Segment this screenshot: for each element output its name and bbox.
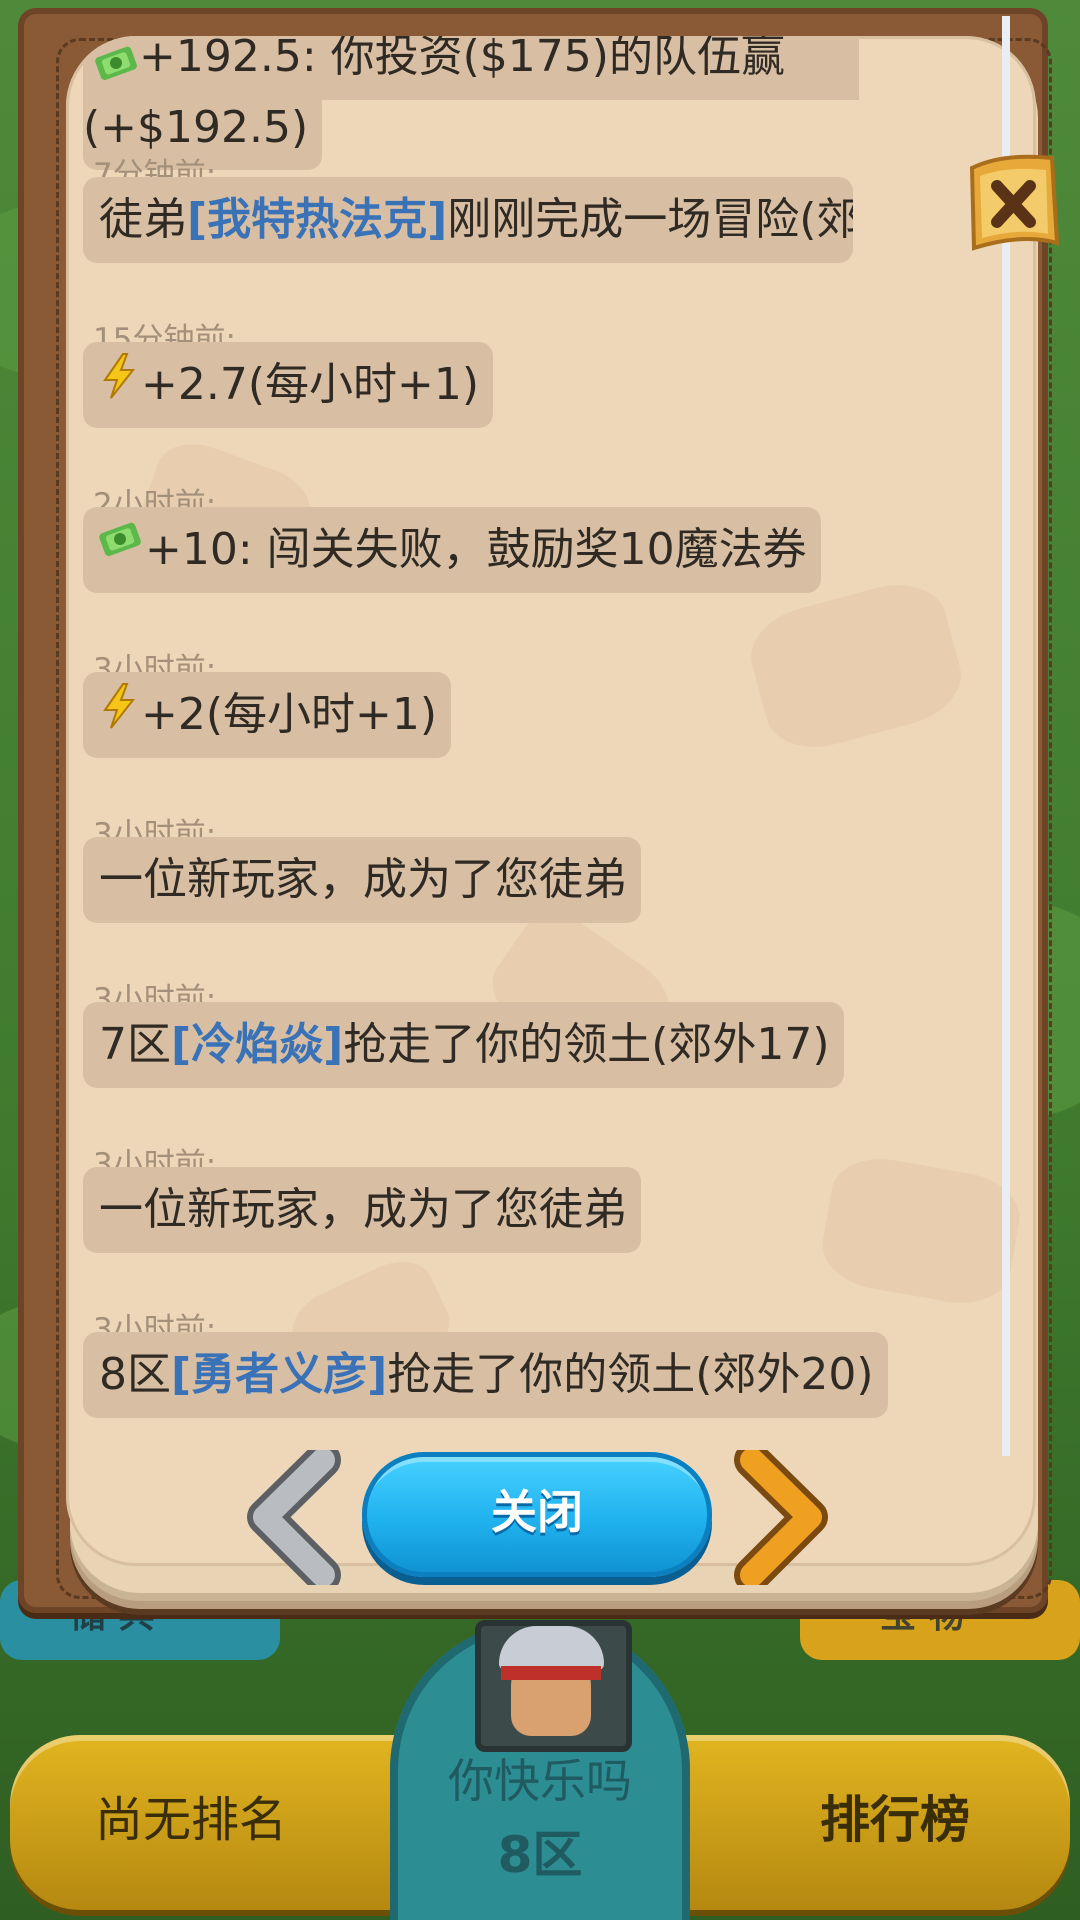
avatar-headband (501, 1666, 601, 1680)
avatar-hair (499, 1626, 604, 1671)
prev-page-button[interactable] (245, 1442, 345, 1593)
message-text: 一位新玩家，成为了您徒弟 (99, 1184, 627, 1235)
paper-texture (816, 1150, 1026, 1312)
close-button[interactable]: 关闭 (362, 1452, 712, 1577)
player-name-link[interactable]: [冷焰焱] (171, 1019, 343, 1070)
log-entry-message: 7区[冷焰焱]抢走了你的领土(郊外17) (83, 1002, 844, 1088)
chevron-left-icon (247, 1442, 341, 1593)
message-text: 刚刚完成一场冒险(郊外1 (447, 194, 853, 245)
message-text: +10: 闯关失败，鼓励奖10魔法券 (145, 524, 807, 575)
player-server: 8区 (497, 1826, 583, 1884)
bolt-icon (103, 683, 136, 729)
message-text: 抢走了你的领土(郊外17) (343, 1019, 830, 1070)
log-entry-message: 一位新玩家，成为了您徒弟 (83, 1167, 641, 1253)
log-entry-message: +10: 闯关失败，鼓励奖10魔法券 (83, 507, 821, 593)
log-entry-message: 8区[勇者义彦]抢走了你的领土(郊外20) (83, 1332, 888, 1418)
message-panel: +192.5: 你投资($175)的队伍赢了！ (+$192.5) 7分钟前:徒… (66, 36, 1036, 1566)
leaderboard-button[interactable]: 排行榜 (820, 1780, 970, 1852)
money-icon (99, 522, 141, 556)
chevron-right-icon (734, 1442, 828, 1593)
message-text: 7区 (99, 1019, 171, 1070)
dialog-frame: +192.5: 你投资($175)的队伍赢了！ (+$192.5) 7分钟前:徒… (18, 8, 1052, 1613)
message-text: 一位新玩家，成为了您徒弟 (99, 854, 627, 905)
next-page-button[interactable] (730, 1442, 830, 1593)
log-entry-message: 徒弟[我特热法克]刚刚完成一场冒险(郊外1 (83, 177, 853, 263)
message-text: 徒弟 (99, 194, 187, 245)
bolt-icon (103, 353, 136, 399)
player-name: 你快乐吗 (448, 1754, 632, 1808)
player-name-link[interactable]: [勇者义彦] (171, 1349, 387, 1400)
rank-status: 尚无排名 (95, 1792, 288, 1848)
message-text: 8区 (99, 1349, 171, 1400)
close-x-button[interactable] (962, 148, 1062, 268)
avatar[interactable] (475, 1620, 632, 1752)
log-entry-message: +2(每小时+1) (83, 672, 452, 758)
message-text: +2.7(每小时+1) (141, 359, 480, 410)
log-entry-message: +2.7(每小时+1) (83, 342, 494, 428)
message-text: 抢走了你的领土(郊外20) (387, 1349, 874, 1400)
player-name-link[interactable]: [我特热法克] (187, 194, 447, 245)
paper-texture (741, 572, 971, 760)
close-icon (969, 154, 1060, 251)
money-icon (95, 46, 137, 80)
log-entry-message: 一位新玩家，成为了您徒弟 (83, 837, 641, 923)
message-text: +2(每小时+1) (141, 689, 438, 740)
